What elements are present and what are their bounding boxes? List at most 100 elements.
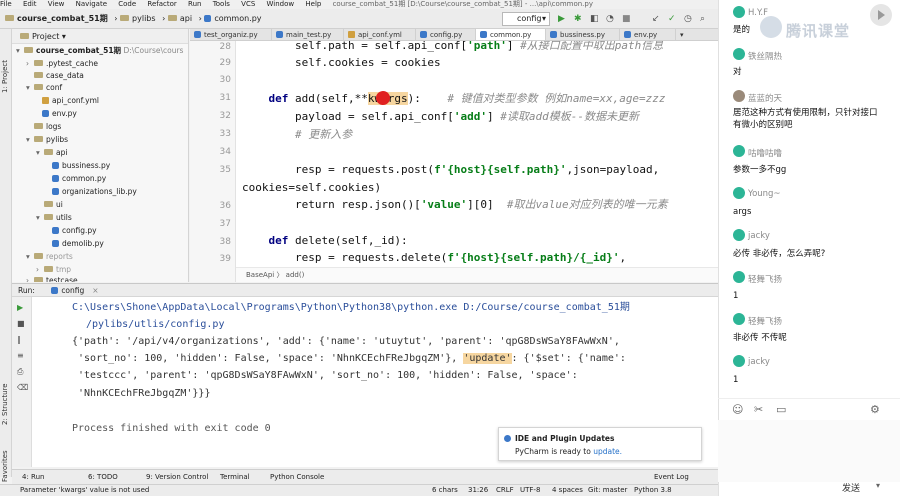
run-icon[interactable]: ▶ [558, 13, 565, 25]
tree-row[interactable]: ▾ utils [36, 212, 72, 224]
tree-row[interactable]: case_data [26, 70, 84, 82]
image-icon[interactable]: ▭ [776, 403, 786, 416]
tree-row[interactable]: ▾ pylibs [26, 134, 68, 146]
line-separator[interactable]: CRLF [496, 485, 514, 496]
structure-tool-tab[interactable]: 2: Structure [1, 383, 9, 425]
settings-icon[interactable]: ⚙ [870, 403, 880, 416]
tree-row[interactable]: ▾ reports [26, 251, 73, 263]
print-icon[interactable]: ⎙ [17, 367, 23, 377]
menu-code[interactable]: Code [118, 0, 136, 8]
send-button[interactable]: 发送 [842, 481, 860, 494]
run-tool-button[interactable]: 4: Run [22, 470, 44, 485]
tab-test-organiz[interactable]: test_organiz.py [190, 29, 272, 40]
rerun-icon[interactable]: ▶ [17, 303, 23, 312]
menu-tools[interactable]: Tools [213, 0, 230, 8]
run-config-tab[interactable]: config [61, 286, 84, 295]
tree-row[interactable]: env.py [42, 108, 77, 120]
tree-row[interactable]: api_conf.yml [42, 95, 99, 107]
python-console-tool-button[interactable]: Python Console [270, 470, 324, 485]
menu-edit[interactable]: Edit [23, 0, 37, 8]
file-encoding[interactable]: UTF-8 [520, 485, 540, 496]
search-icon[interactable]: ⌕ [700, 13, 705, 25]
event-log-button[interactable]: Event Log [654, 470, 689, 485]
editor-breadcrumb[interactable]: BaseApi 〉 add() [236, 267, 718, 282]
code-editor[interactable]: 28 29 30 31 32 33 34 35 36 37 38 39 self… [190, 41, 718, 282]
tree-row[interactable]: demolib.py [52, 238, 104, 250]
menu-refactor[interactable]: Refactor [147, 0, 176, 8]
update-link[interactable]: update. [593, 447, 622, 456]
emoji-icon[interactable]: ☺ [732, 403, 743, 416]
tree-row[interactable]: › .pytest_cache [26, 58, 98, 70]
code-line-35-wrap: cookies=self.cookies) [242, 181, 382, 194]
soft-wrap-icon[interactable]: ≡ [17, 351, 24, 360]
chevron-right-icon[interactable]: › [26, 275, 34, 282]
chevron-down-icon[interactable]: ▾ [16, 45, 24, 57]
git-branch[interactable]: Git: master [588, 485, 627, 496]
breadcrumb-api[interactable]: api [180, 14, 192, 23]
debug-icon[interactable]: ✱ [574, 13, 582, 25]
tab-api-conf[interactable]: api_conf.yml [344, 29, 416, 40]
scissors-icon[interactable]: ✂ [754, 403, 763, 416]
tab-overflow[interactable]: ▾ [676, 29, 718, 40]
todo-tool-button[interactable]: 6: TODO [88, 470, 118, 485]
version-control-tool-button[interactable]: 9: Version Control [146, 470, 208, 485]
breadcrumb-pylibs[interactable]: pylibs [132, 14, 156, 23]
chevron-down-icon[interactable]: ▾ [59, 32, 66, 41]
collapse-chat-button[interactable] [870, 4, 892, 26]
breadcrumb-project[interactable]: course_combat_51期 [17, 14, 108, 23]
menu-file[interactable]: File [0, 0, 12, 8]
tree-row[interactable]: ▾ api [36, 147, 67, 159]
tree-row[interactable]: organizations_lib.py [52, 186, 137, 198]
tree-row[interactable]: ▾ conf [26, 82, 62, 94]
menu-navigate[interactable]: Navigate [76, 0, 107, 8]
stop-icon[interactable]: ■ [17, 319, 25, 328]
tab-common[interactable]: common.py [476, 29, 546, 40]
stop-icon[interactable]: ■ [622, 13, 631, 25]
chevron-down-icon[interactable]: ▾ [26, 251, 34, 263]
cursor-position[interactable]: 31:26 [468, 485, 488, 496]
avatar [733, 271, 745, 283]
vcs-update-icon[interactable]: ↙ [652, 13, 660, 25]
breadcrumb-file[interactable]: common.py [214, 14, 261, 23]
tab-config[interactable]: config.py [416, 29, 476, 40]
menu-bar: File Edit View Navigate Code Refactor Ru… [0, 0, 718, 9]
tree-row[interactable]: ▾ course_combat_51期 D:\Course\cours [16, 45, 183, 57]
tab-bussiness[interactable]: bussiness.py [546, 29, 620, 40]
profile-icon[interactable]: ◔ [606, 13, 614, 25]
chevron-down-icon[interactable]: ▾ [26, 134, 34, 146]
chat-input[interactable] [718, 420, 900, 482]
menu-vcs[interactable]: VCS [241, 0, 255, 8]
chevron-down-icon[interactable]: ▾ [36, 212, 44, 224]
tree-row[interactable]: › testcase [26, 275, 78, 282]
tab-main-test[interactable]: main_test.py [272, 29, 344, 40]
project-header-label[interactable]: Project [32, 32, 59, 41]
chevron-down-icon[interactable]: ▾ [26, 82, 34, 94]
python-interpreter[interactable]: Python 3.8 [634, 485, 672, 496]
tree-row[interactable]: common.py [52, 173, 106, 185]
menu-window[interactable]: Window [267, 0, 295, 8]
close-icon[interactable]: × [92, 286, 98, 295]
chevron-down-icon[interactable]: ▾ [876, 481, 880, 490]
avatar [733, 48, 745, 60]
menu-view[interactable]: View [48, 0, 65, 8]
chevron-right-icon[interactable]: › [26, 58, 34, 70]
tree-row[interactable]: config.py [52, 225, 97, 237]
vcs-commit-icon[interactable]: ✓ [668, 13, 676, 25]
pause-icon[interactable]: ‖ [17, 335, 21, 344]
tab-env[interactable]: env.py [620, 29, 676, 40]
line-number: 31 [219, 93, 231, 103]
run-configuration-select[interactable]: config ▾ [502, 12, 550, 26]
menu-help[interactable]: Help [305, 0, 321, 8]
indent-setting[interactable]: 4 spaces [552, 485, 583, 496]
history-icon[interactable]: ◷ [684, 13, 692, 25]
coverage-icon[interactable]: ◧ [590, 13, 599, 25]
project-tool-tab[interactable]: 1: Project [1, 60, 9, 93]
tree-row[interactable]: logs [26, 121, 61, 133]
tree-row[interactable]: ui [36, 199, 63, 211]
update-notification[interactable]: IDE and Plugin Updates PyCharm is ready … [498, 427, 702, 461]
tree-row[interactable]: bussiness.py [52, 160, 110, 172]
terminal-tool-button[interactable]: Terminal [220, 470, 250, 485]
menu-run[interactable]: Run [188, 0, 201, 8]
chevron-down-icon[interactable]: ▾ [36, 147, 44, 159]
trash-icon[interactable]: ⌫ [17, 383, 28, 392]
